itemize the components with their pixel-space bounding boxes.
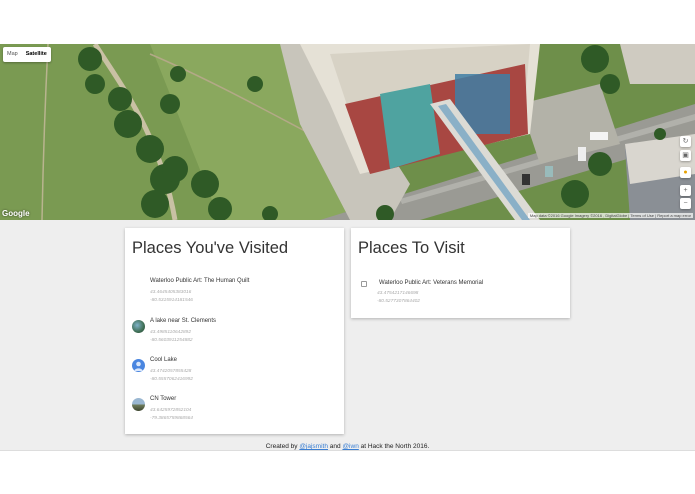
place-name: Cool Lake [150,357,178,363]
rotate-icon[interactable]: ↻ [680,136,691,147]
visited-card: Places You've Visited Waterloo Public Ar… [125,228,344,434]
visited-title: Places You've Visited [132,239,289,257]
zoom-out-button[interactable]: − [680,198,691,209]
place-longitude: -79.3865759868564 [150,416,193,421]
content-area [0,220,695,450]
user-avatar-icon [132,359,145,372]
place-longitude: -80.5603911254882 [150,338,193,343]
visited-item[interactable]: Cool Lake 43.4742057855428 -80.555706241… [125,356,344,390]
place-name: Waterloo Public Art: The Human Quilt [150,278,250,284]
place-photo-thumbnail [132,398,145,411]
author-link-jajsmith[interactable]: @jajsmith [299,443,328,450]
place-latitude: 43.4754217146698 [377,291,419,296]
place-latitude: 43.4645405383016 [150,290,192,295]
map-type-satellite-button[interactable]: Satellite [22,47,51,62]
place-latitude: 43.6425972852104 [150,408,192,413]
footer-prefix: Created by [265,443,298,450]
visited-item[interactable]: A lake near St. Clements 43.498511064289… [125,317,344,351]
map-type-toggle: Map Satellite [3,47,51,62]
visited-checkbox[interactable] [361,281,367,287]
pegman-icon[interactable]: ● [680,167,691,178]
top-blank-area [0,0,695,44]
visited-item[interactable]: Waterloo Public Art: The Human Quilt 43.… [125,277,344,311]
place-longitude: -80.5315914181546 [150,298,193,303]
place-name: Waterloo Public Art: Veterans Memorial [379,280,484,286]
google-logo: Google [2,209,30,218]
map-type-map-button[interactable]: Map [3,47,22,62]
place-longitude: -80.5277307864402 [377,299,420,304]
visited-item[interactable]: CN Tower 43.6425972852104 -79.3865759868… [125,395,344,429]
place-name: CN Tower [150,396,177,402]
place-name: A lake near St. Clements [150,318,217,324]
place-latitude: 43.4985110642892 [150,330,191,335]
footer-and: and [329,443,341,450]
zoom-in-button[interactable]: + [680,185,691,196]
map-imagery [0,44,695,220]
to-visit-title: Places To Visit [358,239,465,257]
footer: Created by @jajsmith and @iwn at Hack th… [0,443,695,450]
satellite-map[interactable] [0,44,695,220]
tilt-icon[interactable]: ▣ [680,150,691,161]
place-longitude: -80.5557062416992 [150,377,193,382]
author-link-iwn[interactable]: @iwn [342,443,358,450]
place-latitude: 43.4742057855428 [150,369,192,374]
bottom-blank-area [0,450,695,494]
to-visit-item: Waterloo Public Art: Veterans Memorial 4… [351,278,570,312]
footer-suffix: at Hack the North 2016. [360,443,430,450]
place-photo-thumbnail [132,320,145,333]
to-visit-card: Places To Visit Waterloo Public Art: Vet… [351,228,570,318]
map-attribution[interactable]: Map data ©2016 Google Imagery ©2016 , Di… [527,213,693,218]
